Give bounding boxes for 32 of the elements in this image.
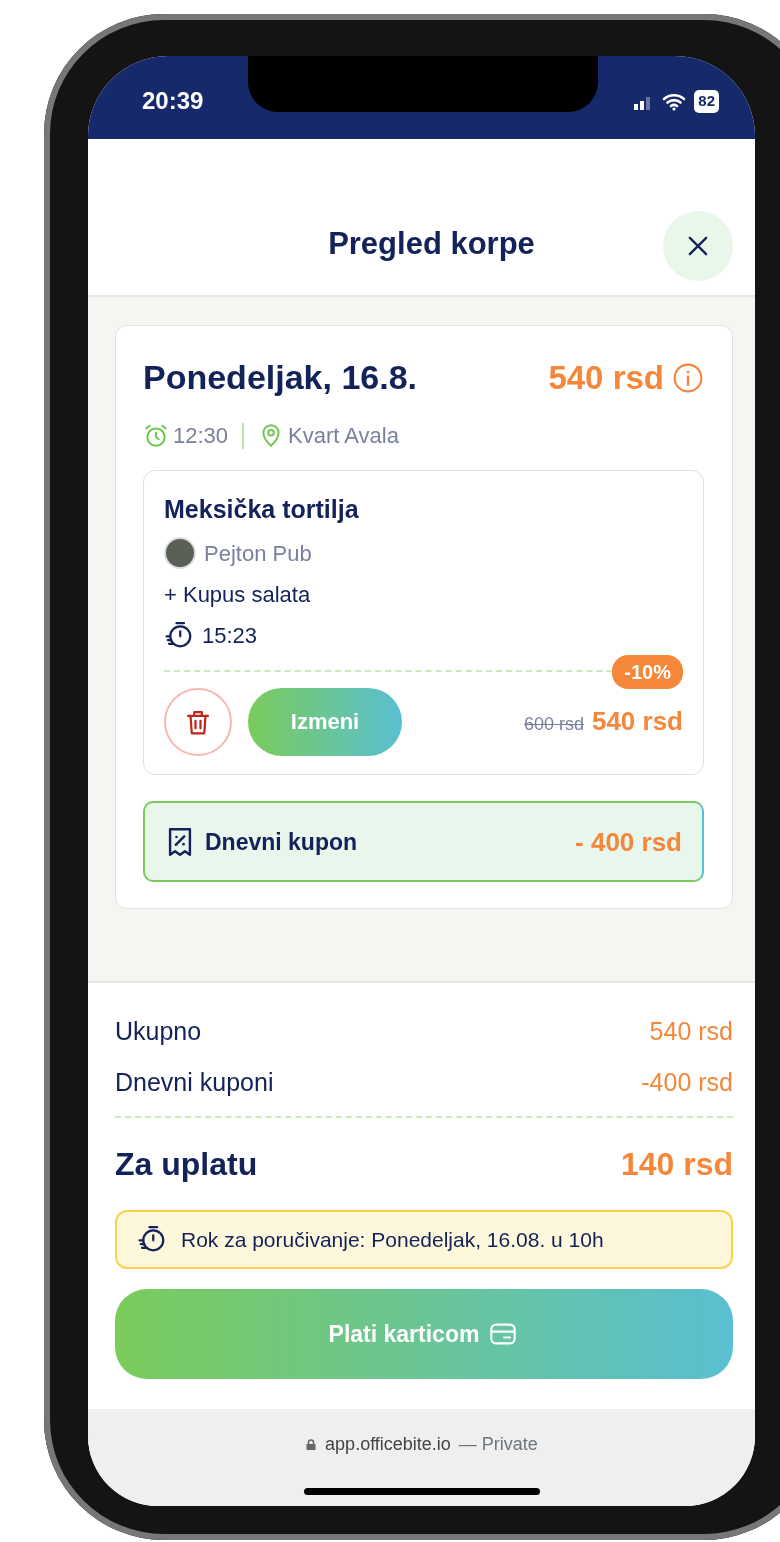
deadline-text: Rok za poručivanje: Ponedeljak, 16.08. u 10h: [181, 1226, 604, 1253]
total-value: 140 rsd: [620, 1144, 733, 1184]
summary-label: Ukupno: [115, 1015, 202, 1047]
pickup-location: Kvart Avala: [288, 422, 399, 451]
restaurant-logo: [164, 537, 196, 570]
summary-value: 540 rsd: [649, 1015, 733, 1047]
coupon-amount: - 400 rsd: [575, 825, 682, 859]
day-date: Ponedeljak, 16.8.: [143, 357, 418, 399]
pay-button[interactable]: Plati karticom: [115, 1289, 733, 1380]
browser-url: app.officebite.io: [325, 1433, 451, 1457]
info-icon: [672, 361, 704, 394]
day-total: 540 rsd: [548, 357, 664, 398]
item-price: 540 rsd: [591, 705, 683, 739]
side-dish: + Kupus salata: [164, 580, 312, 609]
old-price: 600 rsd: [523, 713, 584, 737]
private-label: — Private: [458, 1433, 538, 1457]
coupon-label: Dnevni kupon: [205, 827, 358, 857]
battery-indicator: 82: [694, 90, 719, 113]
restaurant-name: Pejton Pub: [204, 539, 312, 568]
prep-time: 15:23: [202, 621, 258, 650]
summary-value: -400 rsd: [641, 1067, 733, 1099]
edit-button[interactable]: Izmeni: [248, 687, 402, 756]
lock-icon: [305, 1437, 318, 1452]
dish-name: Meksička tortilja: [164, 494, 360, 526]
wifi-icon: [662, 91, 687, 112]
total-label: Za uplatu: [115, 1144, 258, 1184]
page-title: Pregled korpe: [328, 224, 535, 263]
alarm-clock-icon: [143, 422, 169, 449]
discount-badge: -10%: [612, 654, 683, 689]
summary-label: Dnevni kuponi: [115, 1067, 274, 1099]
status-time: 20:39: [142, 86, 204, 117]
pickup-time: 12:30: [173, 422, 229, 451]
